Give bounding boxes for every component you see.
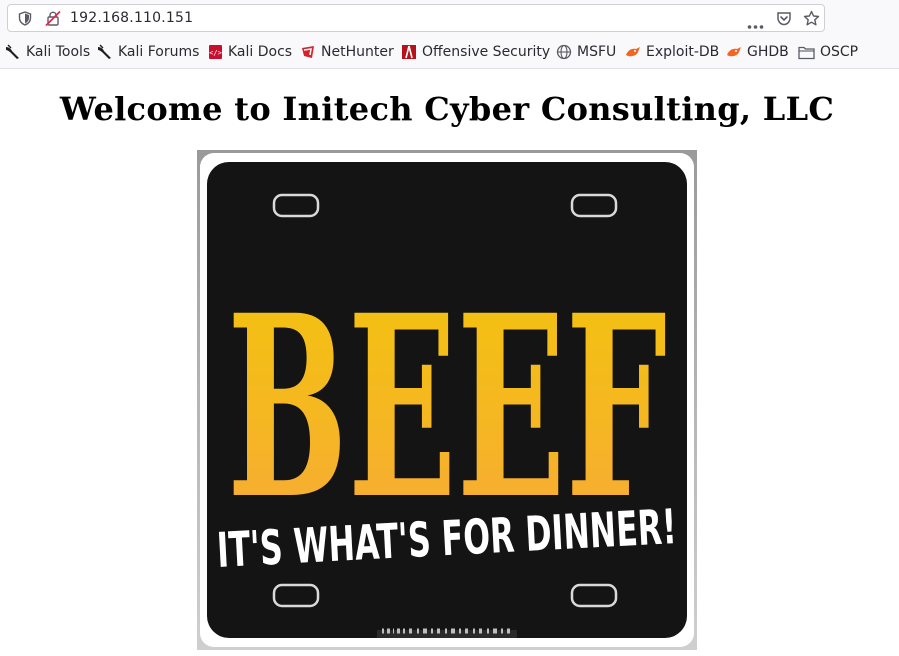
- bookmark-label: GHDB: [747, 44, 789, 60]
- plate-slot: [570, 193, 618, 218]
- bookmark-nethunter[interactable]: NetHunter: [300, 41, 394, 63]
- globe-icon: [556, 44, 572, 60]
- bookmark-label: Kali Docs: [228, 44, 293, 60]
- url-text[interactable]: 192.168.110.151: [70, 10, 193, 26]
- shield-icon[interactable]: [18, 11, 32, 30]
- nethunter-icon: [302, 46, 314, 58]
- address-bar[interactable]: 192.168.110.151: [7, 4, 825, 32]
- bookmark-label: OSCP: [820, 44, 859, 60]
- plate-slot: [272, 193, 320, 218]
- kali-docs-icon: </>: [209, 45, 222, 59]
- bookmark-ghdb[interactable]: GHDB: [726, 41, 789, 63]
- page-content: Welcome to Initech Cyber Consulting, LLC…: [0, 69, 899, 656]
- bookmark-label: Kali Forums: [118, 44, 200, 60]
- kali-dragon-icon: [6, 44, 19, 59]
- exploit-db-icon: [626, 47, 640, 57]
- svg-text:</>: </>: [209, 49, 222, 57]
- more-actions-icon[interactable]: [747, 15, 764, 34]
- bookmark-label: Offensive Security: [422, 44, 551, 60]
- kali-dragon-icon: [98, 44, 111, 59]
- folder-icon: [798, 46, 815, 59]
- bookmark-exploit-db[interactable]: Exploit-DB: [625, 41, 719, 63]
- bookmark-kali-forums[interactable]: Kali Forums: [97, 41, 199, 63]
- bookmark-kali-tools[interactable]: Kali Tools: [5, 41, 90, 63]
- insecure-lock-icon[interactable]: [45, 10, 61, 30]
- page-heading: Welcome to Initech Cyber Consulting, LLC: [59, 90, 835, 128]
- plate-slot: [272, 583, 320, 608]
- bookmark-label: NetHunter: [321, 44, 394, 60]
- bookmark-label: Kali Tools: [26, 44, 91, 60]
- exploit-db-icon: [727, 47, 741, 57]
- bookmark-star-icon[interactable]: [803, 10, 820, 31]
- bookmarks-toolbar: Kali Tools Kali Forums </> Kali Docs Net…: [0, 41, 899, 63]
- beef-license-plate-image: BEEF IT'S WHAT'S FOR DINNER!: [197, 150, 697, 650]
- bookmark-label: Exploit-DB: [646, 44, 720, 60]
- browser-toolbar: 192.168.110.151 Kali Tools Kali Forums <…: [0, 0, 899, 69]
- bookmark-msfu[interactable]: MSFU: [556, 41, 616, 63]
- pocket-icon[interactable]: [776, 11, 792, 30]
- bookmark-label: MSFU: [577, 44, 617, 60]
- bookmark-folder-oscp[interactable]: OSCP: [798, 41, 858, 63]
- bookmark-offensive-security[interactable]: Offensive Security: [401, 41, 550, 63]
- bookmark-kali-docs[interactable]: </> Kali Docs: [208, 41, 292, 63]
- plate-slot: [570, 583, 618, 608]
- offsec-icon: [402, 45, 416, 59]
